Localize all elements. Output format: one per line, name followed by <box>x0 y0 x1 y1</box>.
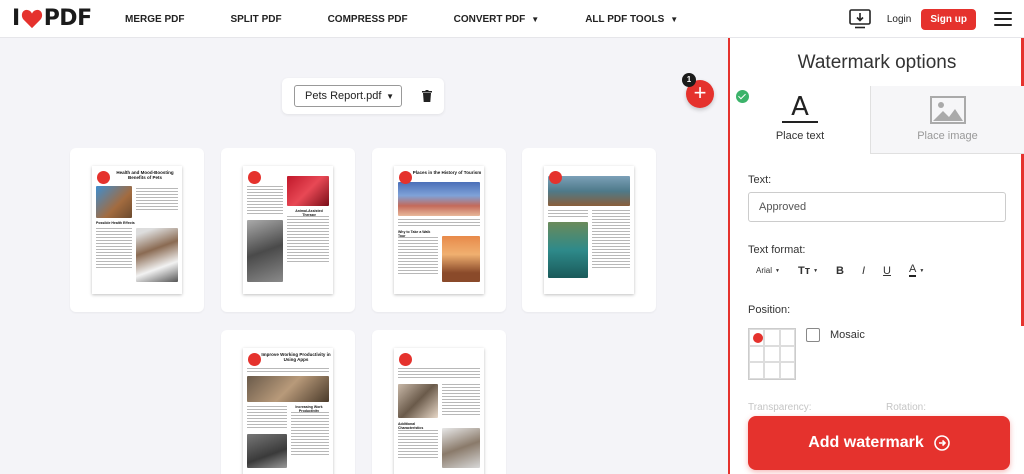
tab-place-image[interactable]: Place image <box>870 86 1024 154</box>
italic-button[interactable]: I <box>862 265 865 277</box>
font-color-select[interactable]: A ▼ <box>909 264 924 277</box>
file-select[interactable]: Pets Report.pdf ▼ <box>294 85 402 107</box>
logo-pdf: PDF <box>43 6 92 31</box>
tab-place-text[interactable]: A Place text <box>730 86 870 154</box>
page-card-3[interactable]: Places in the History of Tourism Why to … <box>372 148 506 312</box>
logo-letter-i: I <box>12 6 20 31</box>
transparency-label: Transparency: <box>748 402 812 413</box>
page-thumbnail: Places in the History of Tourism Why to … <box>394 166 484 294</box>
main-nav: MERGE PDF SPLIT PDF COMPRESS PDF CONVERT… <box>125 0 724 38</box>
position-middle-right[interactable] <box>779 345 795 363</box>
tab-label: Place text <box>775 130 825 142</box>
watermark-marker <box>248 171 261 184</box>
nav-compress-pdf[interactable]: COMPRESS PDF <box>328 14 408 25</box>
laptop-photo <box>398 384 438 418</box>
text-format-toolbar: Arial ▼ Tт ▼ B I U A ▼ <box>756 264 942 277</box>
bold-button[interactable]: B <box>836 265 844 277</box>
position-bottom-center[interactable] <box>764 362 780 379</box>
file-name: Pets Report.pdf <box>305 90 382 102</box>
mosaic-checkbox[interactable] <box>806 328 820 342</box>
woman-photo <box>442 428 480 468</box>
text-format-label: Text format: <box>748 244 806 256</box>
rotation-label: Rotation: <box>886 402 927 413</box>
workers-photo <box>247 434 287 468</box>
position-label: Position: <box>748 304 791 316</box>
header-actions: Login Sign up <box>849 0 1012 38</box>
underline-button[interactable]: U <box>883 265 891 277</box>
font-family-select[interactable]: Arial ▼ <box>756 266 780 275</box>
ilovepdf-logo[interactable]: I PDF <box>12 6 92 31</box>
nav-all-pdf-tools[interactable]: ALL PDF TOOLS ▼ <box>585 14 678 25</box>
position-grid <box>748 328 796 380</box>
watermark-marker <box>399 353 412 366</box>
watermark-text-input[interactable]: Approved <box>748 192 1006 222</box>
nav-split-pdf[interactable]: SPLIT PDF <box>230 14 281 25</box>
trash-icon[interactable] <box>422 90 432 102</box>
page-title: Improve Working Productivity in Using Ap… <box>261 352 331 363</box>
red-photo <box>287 176 329 206</box>
text-a-icon: A <box>791 92 809 122</box>
palace-photo <box>398 182 480 216</box>
page-subheading: Possible Health Effects <box>96 221 135 225</box>
mosaic-option[interactable]: Mosaic <box>806 328 865 342</box>
add-watermark-button[interactable]: Add watermark <box>748 416 1010 470</box>
position-bottom-right[interactable] <box>779 362 795 379</box>
page-thumbnail: Additional Characteristics <box>394 348 484 474</box>
cat-photo <box>247 220 283 282</box>
panel-title: Watermark options <box>797 52 957 73</box>
file-toolbar: Pets Report.pdf ▼ <box>282 78 444 114</box>
image-icon <box>929 96 966 124</box>
dogs-photo <box>136 228 178 282</box>
watermark-options-panel: Watermark options A Place text Place ima… <box>728 38 1024 474</box>
position-bottom-left[interactable] <box>749 362 765 379</box>
position-top-right[interactable] <box>779 329 795 346</box>
arrow-right-circle-icon <box>933 435 950 451</box>
desktop-download-icon[interactable] <box>849 9 871 29</box>
login-link[interactable]: Login <box>887 14 911 25</box>
check-icon <box>736 90 749 103</box>
signup-button[interactable]: Sign up <box>921 8 976 30</box>
add-watermark-label: Add watermark <box>808 434 924 451</box>
font-size-select[interactable]: Tт ▼ <box>798 265 818 277</box>
caret-down-icon: ▼ <box>813 267 819 274</box>
menu-icon[interactable] <box>994 12 1012 26</box>
page-title: Places in the History of Tourism <box>412 170 482 175</box>
page-card-4[interactable] <box>522 148 656 312</box>
watermark-marker <box>399 171 412 184</box>
nav-convert-pdf[interactable]: CONVERT PDF ▼ <box>454 14 540 25</box>
page-card-2[interactable]: Animal-Assisted Therapy <box>221 148 355 312</box>
text-label: Text: <box>748 174 772 186</box>
tab-label: Place image <box>917 130 978 142</box>
watermark-marker <box>97 171 110 184</box>
cat-photo <box>96 186 132 218</box>
page-card-5[interactable]: Improve Working Productivity in Using Ap… <box>221 330 355 474</box>
caret-down-icon: ▼ <box>531 14 540 24</box>
position-top-left[interactable] <box>749 329 765 346</box>
position-middle-left[interactable] <box>749 345 765 363</box>
watermark-marker <box>549 171 562 184</box>
chevron-down-icon: ▼ <box>386 91 394 101</box>
page-thumbnail: Health and Mood-Boosting Benefits of Pet… <box>92 166 182 294</box>
caret-down-icon: ▼ <box>670 14 679 24</box>
page-card-1[interactable]: Health and Mood-Boosting Benefits of Pet… <box>70 148 204 312</box>
caret-down-icon: ▼ <box>919 267 925 274</box>
page-thumbnail: Animal-Assisted Therapy <box>243 166 333 294</box>
river-photo <box>548 222 588 278</box>
office-photo <box>247 376 329 402</box>
page-title: Health and Mood-Boosting Benefits of Pet… <box>116 170 174 181</box>
caret-down-icon: ▼ <box>775 267 780 274</box>
heart-icon <box>21 9 42 28</box>
position-top-center[interactable] <box>764 329 780 346</box>
position-center[interactable] <box>764 345 780 363</box>
mosaic-label: Mosaic <box>830 329 865 341</box>
file-count-badge: 1 <box>682 73 696 87</box>
page-thumbnail: Improve Working Productivity in Using Ap… <box>243 348 333 474</box>
page-card-6[interactable]: Additional Characteristics <box>372 330 506 474</box>
top-header: I PDF MERGE PDF SPLIT PDF COMPRESS PDF C… <box>0 0 1024 38</box>
page-thumbnail <box>544 166 634 294</box>
watermark-marker <box>248 353 261 366</box>
watermark-type-tabs: A Place text Place image <box>730 86 1024 154</box>
eiffel-photo <box>442 236 480 282</box>
nav-merge-pdf[interactable]: MERGE PDF <box>125 14 184 25</box>
